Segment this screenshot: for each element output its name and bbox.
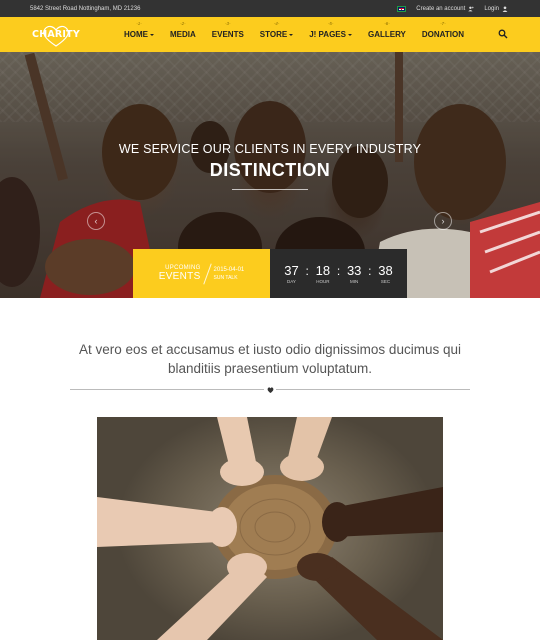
countdown-unit: SEC (380, 279, 391, 284)
countdown-unit: MIN (350, 279, 359, 284)
countdown-unit: DAY (287, 279, 296, 284)
countdown-unit: HOUR (316, 279, 330, 284)
address-text: 5842 Street Road Nottingham, MD 21236 (30, 5, 141, 12)
nav-item-label: STORE (259, 30, 288, 39)
uk-flag-icon[interactable] (397, 5, 407, 12)
hero-subtitle: WE SERVICE OUR CLIENTS IN EVERY INDUSTRY (118, 142, 422, 156)
chevron-right-icon: › (441, 216, 445, 226)
slider-next-button[interactable]: › (434, 212, 452, 230)
main-navigation: CHARITY -1- HOME -2- MEDIA -3- EVENTS -4… (0, 17, 540, 52)
nav-item-label: GALLERY (367, 30, 406, 39)
chevron-left-icon: ‹ (94, 216, 98, 226)
nav-item-events[interactable]: -3- EVENTS (204, 17, 252, 52)
nav-item-number: -7- (440, 21, 446, 26)
search-icon[interactable] (498, 29, 508, 39)
event-date: 2015-04-01 (213, 266, 245, 273)
nav-item-label: HOME (124, 30, 148, 39)
countdown-timer: 37 DAY : 18 HOUR : 33 MIN : 38 SEC (270, 249, 407, 298)
top-bar: 5842 Street Road Nottingham, MD 21236 Cr… (0, 0, 540, 17)
nav-item-label: EVENTS (211, 30, 244, 39)
upcoming-event-panel[interactable]: UPCOMING EVENTS 2015-04-01 SUN TALK (133, 249, 270, 298)
colon-separator: : (305, 263, 309, 278)
countdown-value: 33 (346, 263, 362, 278)
countdown-minutes: 33 MIN (343, 263, 365, 284)
nav-menu: -1- HOME -2- MEDIA -3- EVENTS -4- STORE … (116, 17, 472, 52)
slash-divider (202, 262, 212, 285)
countdown-value: 38 (378, 263, 393, 278)
intro-text: At vero eos et accusamus et iusto odio d… (79, 342, 461, 376)
heart-divider-icon (264, 385, 276, 394)
nav-item-label: J! PAGES (309, 30, 346, 39)
countdown-hours: 18 HOUR (312, 263, 334, 284)
countdown-seconds: 38 SEC (375, 263, 397, 284)
charity-logo[interactable]: CHARITY (28, 25, 84, 47)
hands-together-photo (97, 417, 443, 640)
caret-down-icon (347, 33, 352, 36)
nav-item-number: -4- (273, 21, 280, 26)
caret-down-icon (150, 33, 154, 36)
login-label: Login (484, 5, 499, 12)
nav-item-number: -2- (180, 21, 186, 26)
user-plus-icon (468, 6, 475, 11)
login-link[interactable]: Login (484, 6, 508, 12)
nav-item-media[interactable]: -2- MEDIA (162, 17, 204, 52)
colon-separator: : (368, 263, 372, 278)
nav-item-label: MEDIA (170, 30, 196, 39)
events-label: EVENTS (158, 271, 201, 282)
caret-down-icon (289, 33, 294, 36)
slider-prev-button[interactable]: ‹ (87, 212, 105, 230)
nav-item-number: -5- (327, 21, 334, 26)
nav-item-gallery[interactable]: -6- GALLERY (360, 17, 414, 52)
nav-item-store[interactable]: -4- STORE (252, 17, 301, 52)
countdown-days: 37 DAY (280, 263, 302, 284)
user-icon (502, 5, 508, 12)
event-countdown: UPCOMING EVENTS 2015-04-01 SUN TALK 37 D… (133, 249, 407, 298)
event-info: 2015-04-01 SUN TALK (214, 267, 245, 281)
upcoming-events-label: UPCOMING EVENTS (159, 265, 201, 282)
nav-item-number: -1- (136, 21, 142, 26)
create-account-link[interactable]: Create an account (416, 5, 475, 12)
nav-item-number: -3- (225, 21, 231, 26)
nav-item-donation[interactable]: -7- DONATION (414, 17, 472, 52)
countdown-value: 18 (315, 263, 331, 278)
nav-item-label: DONATION (421, 30, 464, 39)
colon-separator: : (336, 263, 341, 278)
countdown-value: 37 (284, 263, 299, 278)
nav-item-number: -6- (384, 21, 390, 26)
create-account-label: Create an account (416, 5, 466, 12)
hero-divider (232, 189, 308, 190)
nav-item-home[interactable]: -1- HOME (116, 17, 162, 52)
event-name: SUN TALK (213, 274, 238, 281)
hero-title: DISTINCTION (209, 160, 331, 180)
logo-text: CHARITY (32, 29, 80, 40)
nav-item-jpages[interactable]: -5- J! PAGES (301, 17, 360, 52)
